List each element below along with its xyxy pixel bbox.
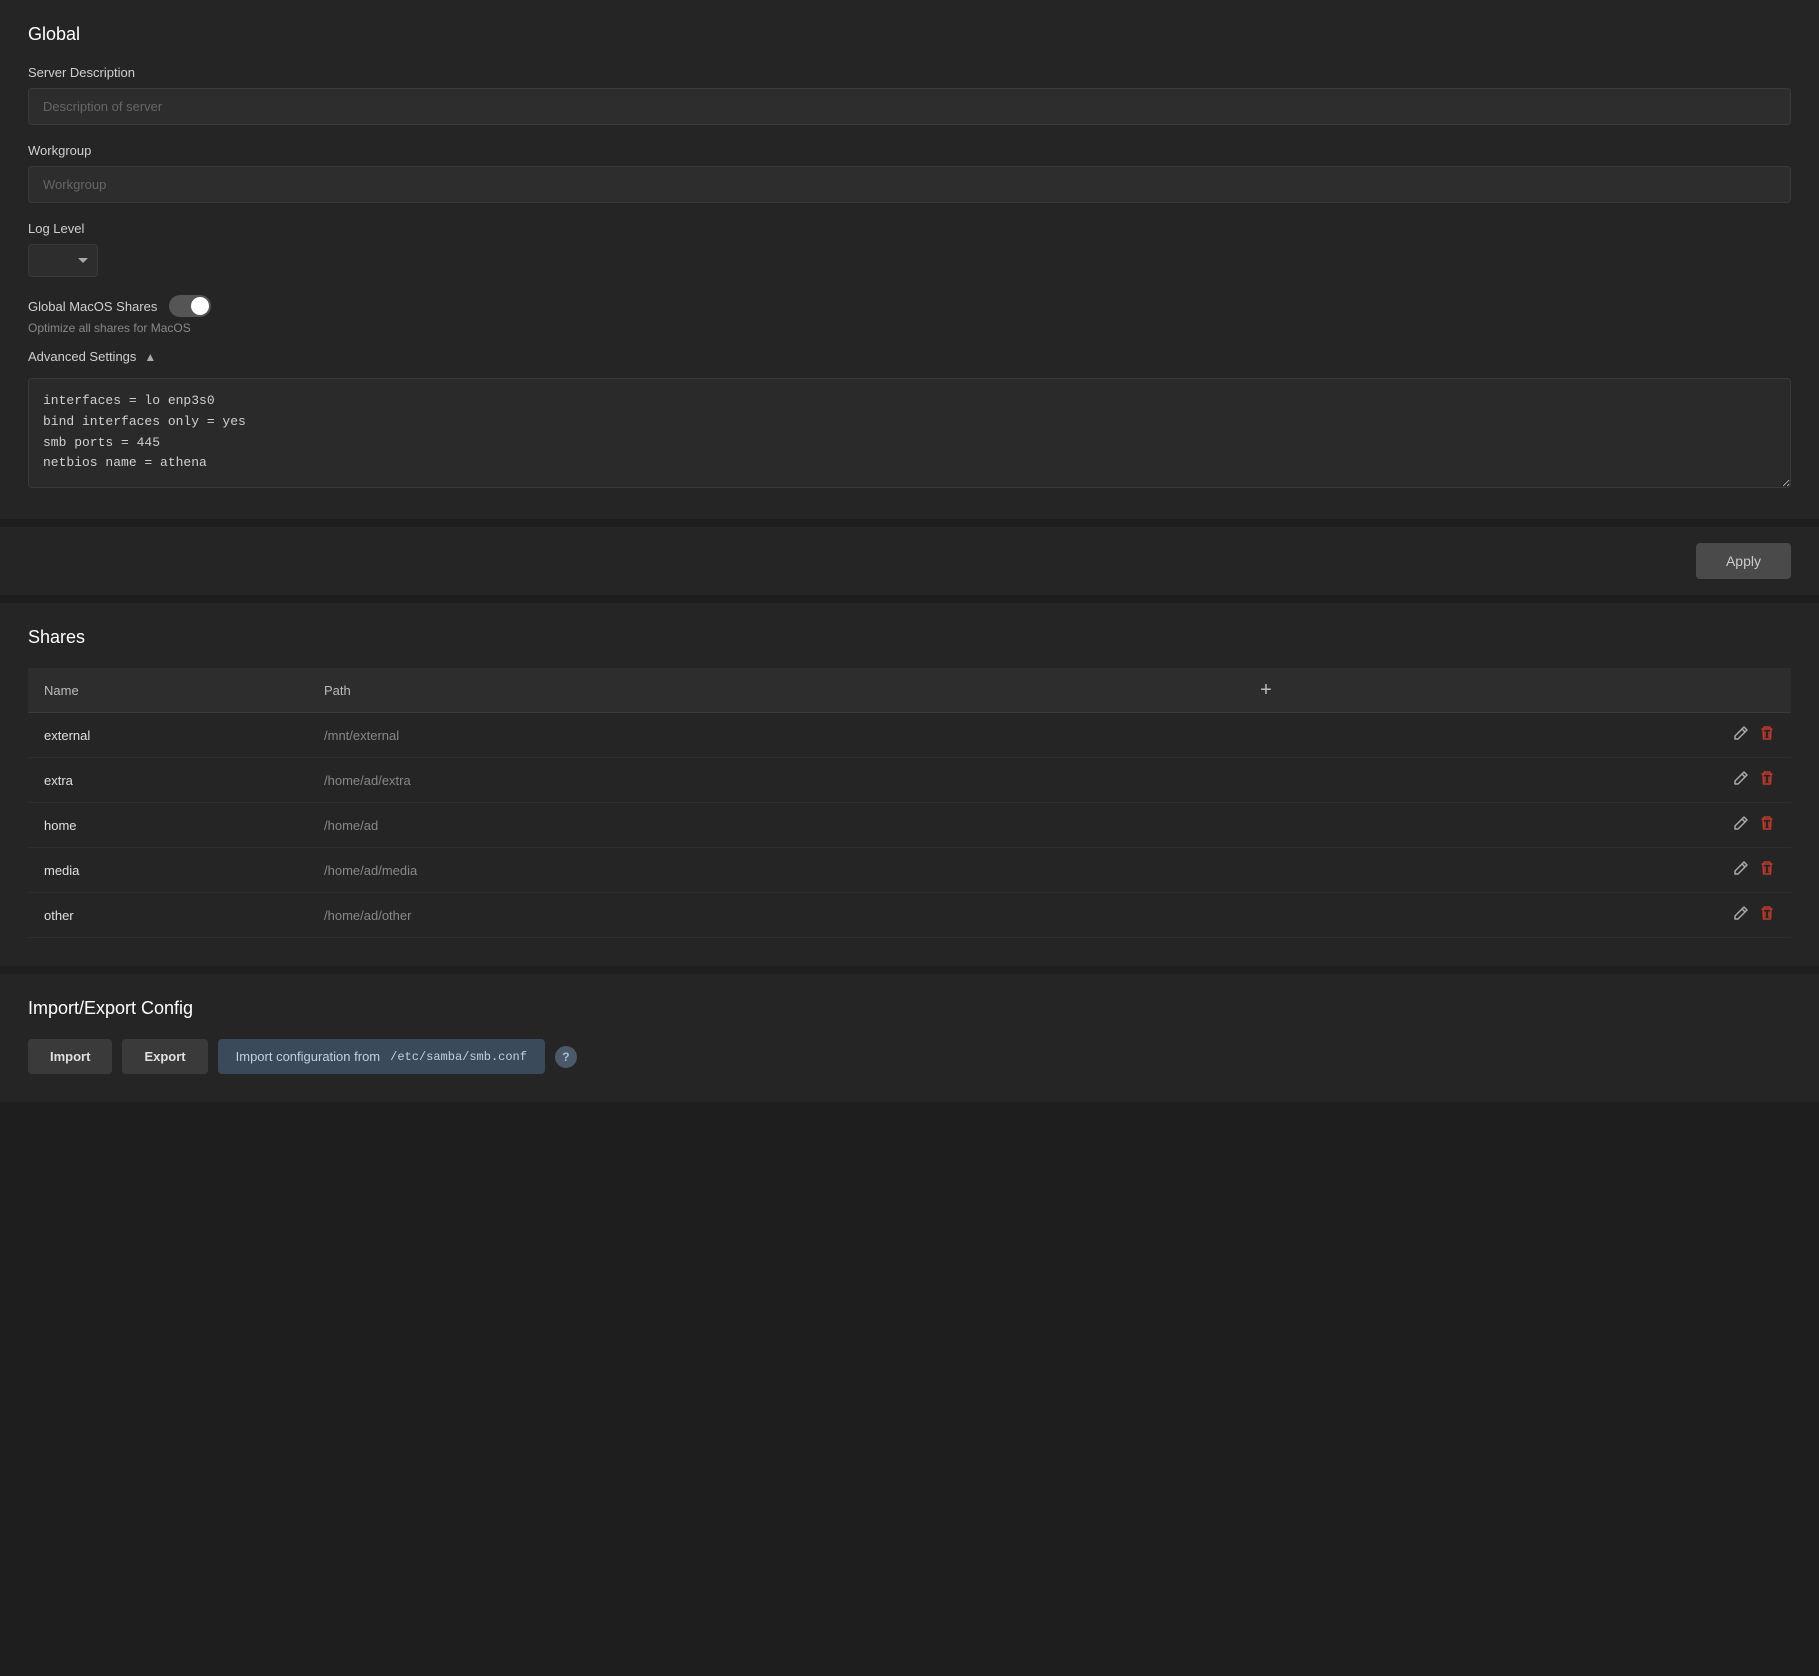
add-share-button[interactable]: + bbox=[1256, 680, 1276, 700]
workgroup-group: Workgroup bbox=[28, 143, 1791, 203]
shares-col-path: Path bbox=[308, 668, 1240, 713]
advanced-settings-chevron-icon: ▲ bbox=[144, 350, 156, 364]
share-path-cell: /mnt/external bbox=[308, 713, 1240, 758]
import-export-section: Import/Export Config Import Export Impor… bbox=[0, 974, 1819, 1102]
delete-share-button[interactable] bbox=[1759, 725, 1775, 745]
share-actions-cell bbox=[1240, 758, 1791, 803]
advanced-settings-header[interactable]: Advanced Settings ▲ bbox=[28, 349, 1791, 364]
export-button[interactable]: Export bbox=[122, 1039, 207, 1074]
server-description-group: Server Description bbox=[28, 65, 1791, 125]
shares-title: Shares bbox=[28, 627, 1791, 648]
advanced-settings-label: Advanced Settings bbox=[28, 349, 136, 364]
share-name-cell: external bbox=[28, 713, 308, 758]
import-from-button[interactable]: Import configuration from /etc/samba/smb… bbox=[218, 1039, 545, 1074]
table-row: other /home/ad/other bbox=[28, 893, 1791, 938]
log-level-label: Log Level bbox=[28, 221, 1791, 236]
share-actions bbox=[1256, 725, 1775, 745]
edit-share-button[interactable] bbox=[1733, 905, 1749, 925]
shares-table: Name Path + external /mnt/external bbox=[28, 668, 1791, 938]
shares-col-add: + bbox=[1240, 668, 1791, 713]
import-button[interactable]: Import bbox=[28, 1039, 112, 1074]
apply-row: Apply bbox=[0, 527, 1819, 595]
share-path-cell: /home/ad/media bbox=[308, 848, 1240, 893]
import-export-title: Import/Export Config bbox=[28, 998, 1791, 1019]
share-path-cell: /home/ad/other bbox=[308, 893, 1240, 938]
import-from-path: /etc/samba/smb.conf bbox=[390, 1050, 527, 1064]
server-description-input[interactable] bbox=[28, 88, 1791, 125]
macos-shares-toggle[interactable] bbox=[169, 295, 211, 317]
share-actions bbox=[1256, 905, 1775, 925]
import-export-row: Import Export Import configuration from … bbox=[28, 1039, 1791, 1074]
shares-table-header-row: Name Path + bbox=[28, 668, 1791, 713]
share-actions-cell bbox=[1240, 803, 1791, 848]
import-from-label: Import configuration from bbox=[236, 1049, 381, 1064]
share-actions bbox=[1256, 815, 1775, 835]
macos-shares-label: Global MacOS Shares bbox=[28, 299, 157, 314]
delete-share-button[interactable] bbox=[1759, 770, 1775, 790]
edit-share-button[interactable] bbox=[1733, 725, 1749, 745]
delete-share-button[interactable] bbox=[1759, 905, 1775, 925]
page-container: Global Server Description Workgroup Log … bbox=[0, 0, 1819, 1102]
advanced-settings-group: Advanced Settings ▲ interfaces = lo enp3… bbox=[28, 349, 1791, 491]
delete-share-button[interactable] bbox=[1759, 860, 1775, 880]
delete-share-button[interactable] bbox=[1759, 815, 1775, 835]
server-description-label: Server Description bbox=[28, 65, 1791, 80]
macos-shares-toggle-row: Global MacOS Shares bbox=[28, 295, 1791, 317]
shares-col-name: Name bbox=[28, 668, 308, 713]
share-actions bbox=[1256, 860, 1775, 880]
global-title: Global bbox=[28, 24, 1791, 45]
table-row: home /home/ad bbox=[28, 803, 1791, 848]
shares-section: Shares Name Path + external /mnt/externa… bbox=[0, 603, 1819, 966]
advanced-settings-textarea[interactable]: interfaces = lo enp3s0 bind interfaces o… bbox=[28, 378, 1791, 488]
macos-shares-subtext: Optimize all shares for MacOS bbox=[28, 321, 1791, 335]
edit-share-button[interactable] bbox=[1733, 815, 1749, 835]
share-name-cell: extra bbox=[28, 758, 308, 803]
share-path-cell: /home/ad bbox=[308, 803, 1240, 848]
share-actions-cell bbox=[1240, 848, 1791, 893]
share-name-cell: home bbox=[28, 803, 308, 848]
workgroup-input[interactable] bbox=[28, 166, 1791, 203]
workgroup-label: Workgroup bbox=[28, 143, 1791, 158]
help-icon[interactable]: ? bbox=[555, 1046, 577, 1068]
share-actions-cell bbox=[1240, 893, 1791, 938]
global-section: Global Server Description Workgroup Log … bbox=[0, 0, 1819, 519]
table-row: media /home/ad/media bbox=[28, 848, 1791, 893]
apply-button[interactable]: Apply bbox=[1696, 543, 1791, 579]
edit-share-button[interactable] bbox=[1733, 860, 1749, 880]
table-row: external /mnt/external bbox=[28, 713, 1791, 758]
log-level-group: Log Level 0 1 2 3 bbox=[28, 221, 1791, 277]
share-actions bbox=[1256, 770, 1775, 790]
share-actions-cell bbox=[1240, 713, 1791, 758]
macos-shares-group: Global MacOS Shares Optimize all shares … bbox=[28, 295, 1791, 335]
share-name-cell: other bbox=[28, 893, 308, 938]
share-path-cell: /home/ad/extra bbox=[308, 758, 1240, 803]
edit-share-button[interactable] bbox=[1733, 770, 1749, 790]
share-name-cell: media bbox=[28, 848, 308, 893]
log-level-select[interactable]: 0 1 2 3 bbox=[28, 244, 98, 277]
table-row: extra /home/ad/extra bbox=[28, 758, 1791, 803]
